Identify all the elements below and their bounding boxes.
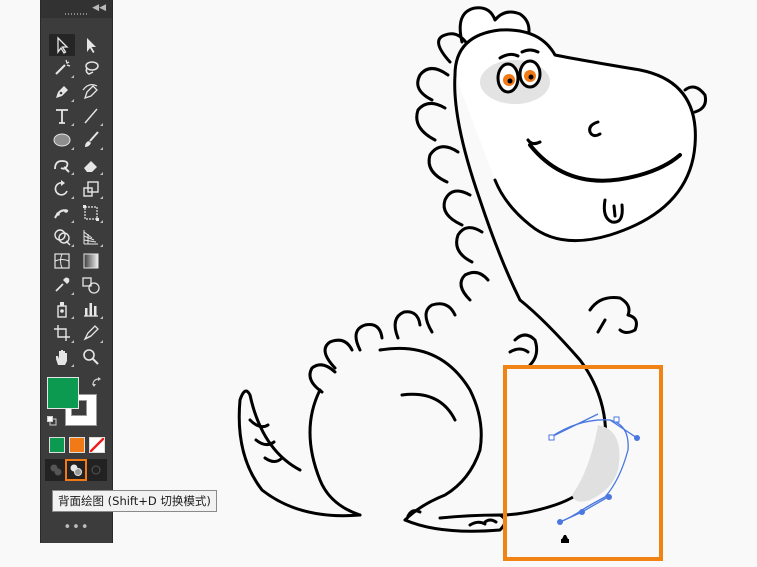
type-tool[interactable] [49, 105, 75, 127]
column-graph-tool-icon [84, 303, 98, 317]
zoom-tool[interactable] [78, 346, 104, 368]
artboard-tool[interactable] [49, 322, 75, 344]
puppet-warp-tool[interactable] [49, 202, 75, 224]
gradient-tool[interactable] [78, 250, 104, 272]
magic-wand-tool[interactable] [49, 57, 75, 79]
default-fill-stroke-icon[interactable] [47, 416, 57, 426]
eyedropper-tool[interactable] [49, 274, 75, 296]
mesh-tool-icon [54, 253, 70, 269]
selection-tool[interactable] [49, 34, 75, 56]
draw-normal-button[interactable] [47, 461, 65, 479]
drawing-modes-row [45, 459, 107, 481]
grip-dots-icon[interactable] [65, 13, 87, 15]
artboard-tool-icon [54, 325, 70, 341]
puppet-warp-tool-icon [54, 209, 69, 219]
line-segment-tool[interactable] [78, 105, 104, 127]
scale-tool[interactable] [78, 178, 104, 200]
panel-grip[interactable]: ◀◀ [41, 0, 112, 18]
dino-head-outline [453, 28, 697, 243]
type-tool-icon [56, 109, 68, 124]
rotate-tool-icon [54, 180, 68, 196]
highlight-box [503, 365, 663, 561]
lasso-tool-icon [85, 61, 99, 75]
gradient-mode-button[interactable] [69, 437, 85, 453]
direct-selection-tool-icon [87, 38, 96, 53]
draw-behind-button[interactable] [65, 459, 87, 481]
shaper-tool[interactable] [49, 154, 75, 176]
draw-behind-icon [70, 464, 82, 476]
slice-tool[interactable] [78, 322, 104, 344]
swap-fill-stroke-icon[interactable] [91, 376, 103, 388]
paintbrush-tool[interactable] [78, 129, 104, 151]
gradient-tool-icon [83, 253, 99, 269]
symbol-sprayer-tool-icon [57, 302, 67, 318]
hand-tool-icon [56, 350, 67, 365]
line-segment-tool-icon [84, 108, 98, 124]
ellipse-tool-icon [53, 133, 71, 147]
blend-tool[interactable] [78, 274, 104, 296]
pen-tool-icon [56, 86, 68, 98]
shape-builder-tool-icon [54, 229, 71, 246]
magic-wand-tool-icon [55, 59, 71, 75]
shape-builder-tool[interactable] [49, 226, 75, 248]
zoom-tool-icon [83, 349, 99, 365]
eraser-tool-icon [84, 161, 97, 172]
eraser-tool[interactable] [78, 154, 104, 176]
curvature-tool[interactable] [78, 81, 104, 103]
shaper-tool-icon [54, 160, 70, 173]
selection-tool-icon [57, 36, 69, 54]
draw-inside-button[interactable] [87, 461, 105, 479]
eyedropper-tool-icon [55, 277, 70, 292]
symbol-sprayer-tool[interactable] [49, 298, 75, 320]
mesh-tool[interactable] [49, 250, 75, 272]
free-transform-tool[interactable] [78, 202, 104, 224]
curvature-tool-icon [82, 84, 98, 100]
scale-tool-icon [83, 181, 99, 197]
blend-tool-icon [82, 277, 100, 294]
lasso-tool[interactable] [78, 57, 104, 79]
tooltip-draw-behind: 背面绘图 (Shift+D 切换模式) [52, 490, 217, 512]
fill-color-swatch[interactable] [47, 377, 79, 409]
edit-toolbar-more-button[interactable]: ••• [41, 520, 112, 535]
draw-normal-icon [50, 464, 62, 476]
perspective-grid-tool[interactable] [78, 226, 104, 248]
color-mode-button[interactable] [49, 437, 65, 453]
ellipse-tool[interactable] [49, 129, 75, 151]
free-transform-tool-icon [83, 205, 99, 221]
rotate-tool[interactable] [49, 178, 75, 200]
slice-tool-icon [83, 325, 99, 341]
column-graph-tool[interactable] [78, 298, 104, 320]
hand-tool[interactable] [49, 346, 75, 368]
perspective-grid-tool-icon [83, 230, 98, 245]
none-mode-button[interactable] [89, 437, 105, 453]
paintbrush-tool-icon [85, 131, 99, 147]
pen-tool[interactable] [49, 81, 75, 103]
tools-panel: ◀◀ ••• [40, 0, 113, 543]
collapse-icon[interactable]: ◀◀ [92, 3, 106, 13]
draw-inside-icon [91, 465, 101, 475]
direct-selection-tool[interactable] [78, 34, 104, 56]
